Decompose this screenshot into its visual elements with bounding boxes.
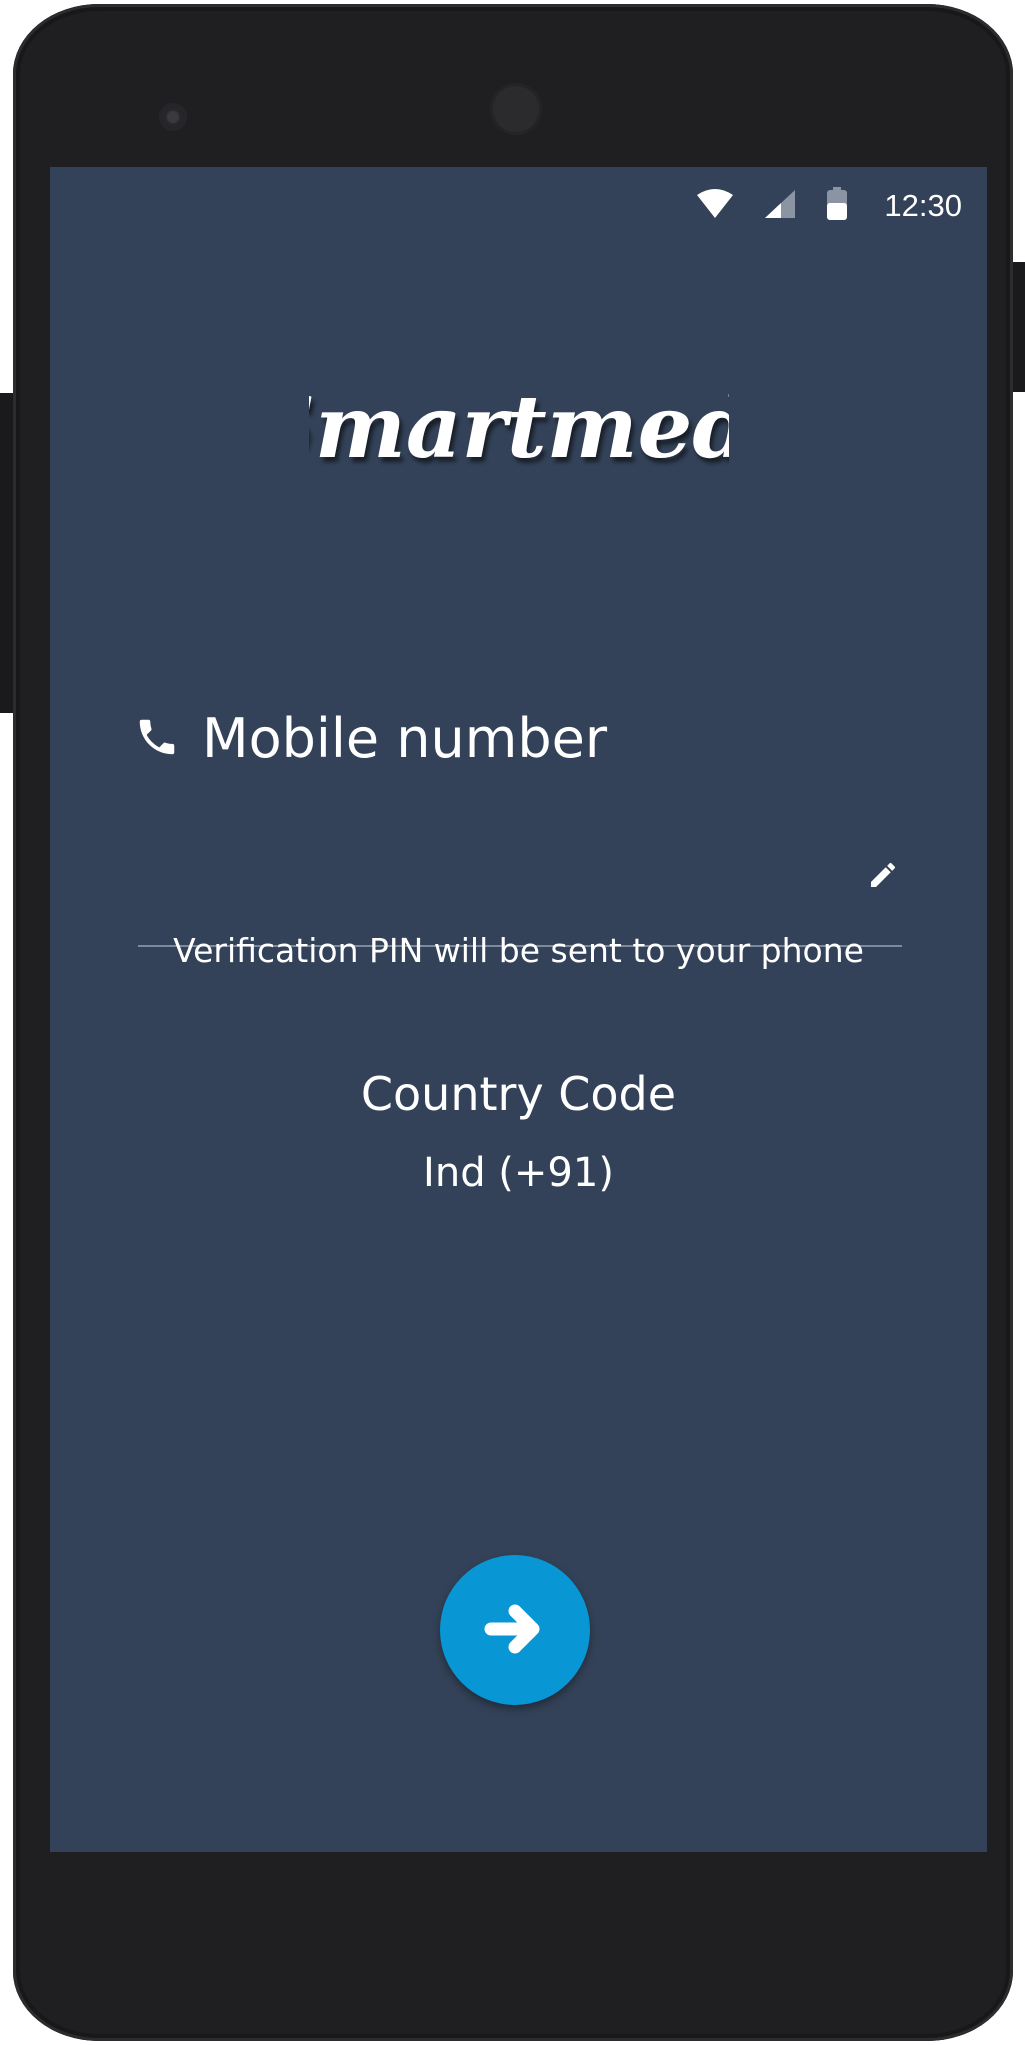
volume-button bbox=[0, 393, 13, 713]
power-button bbox=[1013, 262, 1025, 392]
next-button[interactable] bbox=[440, 1555, 590, 1705]
front-camera bbox=[490, 83, 542, 135]
country-code-title: Country Code bbox=[360, 1067, 677, 1121]
wifi-icon bbox=[696, 189, 734, 223]
battery-icon bbox=[826, 187, 848, 225]
logo-text: Smartmedi bbox=[309, 377, 729, 478]
app-screen: 12:30 Smartmedi Mobile number Verificati… bbox=[50, 167, 987, 1852]
app-logo: Smartmedi bbox=[50, 372, 987, 496]
pencil-icon[interactable] bbox=[867, 859, 899, 895]
phone-icon bbox=[134, 714, 180, 764]
mobile-number-label: Mobile number bbox=[202, 707, 608, 770]
country-code-selector[interactable]: Ind (+91) bbox=[50, 1150, 987, 1196]
status-bar: 12:30 bbox=[696, 181, 962, 231]
status-time: 12:30 bbox=[884, 188, 962, 223]
arrow-right-icon bbox=[483, 1597, 547, 1664]
verification-helper-text: Verification PIN will be sent to your ph… bbox=[173, 931, 864, 970]
mobile-number-label-row: Mobile number bbox=[134, 707, 607, 770]
proximity-sensor bbox=[159, 103, 187, 131]
signal-icon bbox=[764, 189, 796, 223]
